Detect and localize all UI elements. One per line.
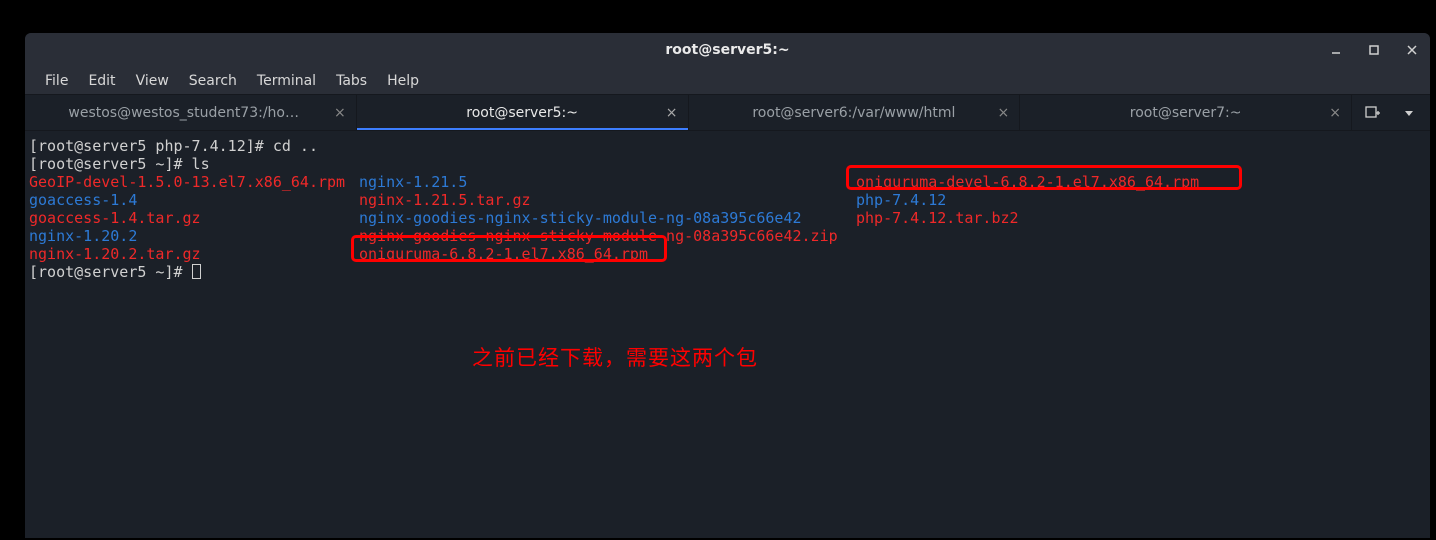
tab-0[interactable]: westos@westos_student73:/home/w… × — [25, 95, 357, 130]
ls-col2: nginx-1.21.5 nginx-1.21.5.tar.gz nginx-g… — [359, 173, 856, 263]
new-tab-button[interactable] — [1362, 102, 1384, 124]
menu-help[interactable]: Help — [377, 69, 429, 93]
terminal-prompt: [root@server5 ~]# — [29, 263, 192, 281]
cursor-icon — [192, 264, 201, 279]
terminal-text: [root@server5 php-7.4.12]# cd .. — [29, 137, 318, 155]
ls-col1: GeoIP-devel-1.5.0-13.el7.x86_64.rpm goac… — [29, 173, 359, 263]
file-item: oniguruma-6.8.2-1.el7.x86_64.rpm — [359, 245, 856, 263]
menubar: File Edit View Search Terminal Tabs Help — [25, 67, 1430, 95]
tab-close-icon[interactable]: × — [998, 105, 1010, 121]
terminal-text: [root@server5 ~]# ls — [29, 155, 210, 173]
ls-col3: oniguruma-devel-6.8.2-1.el7.x86_64.rpm p… — [856, 173, 1426, 263]
tabbar: westos@westos_student73:/home/w… × root@… — [25, 95, 1430, 131]
tab-close-icon[interactable]: × — [334, 105, 346, 121]
titlebar: root@server5:~ — [25, 33, 1430, 67]
file-item: nginx-1.21.5 — [359, 173, 856, 191]
menu-view[interactable]: View — [126, 69, 179, 93]
tab-label: root@server7:~ — [1122, 105, 1250, 121]
file-item: php-7.4.12.tar.bz2 — [856, 209, 1426, 227]
file-item: nginx-goodies-nginx-sticky-module-ng-08a… — [359, 209, 856, 227]
file-item: nginx-1.21.5.tar.gz — [359, 191, 856, 209]
window-controls — [1324, 33, 1424, 67]
tab-3[interactable]: root@server7:~ × — [1020, 95, 1352, 130]
tab-close-icon[interactable]: × — [1329, 105, 1341, 121]
tab-label: root@server6:/var/www/html — [744, 105, 963, 121]
file-item: nginx-1.20.2 — [29, 227, 359, 245]
tab-1[interactable]: root@server5:~ × — [357, 95, 689, 130]
tab-label: westos@westos_student73:/home/w… — [60, 105, 320, 121]
tab-label: root@server5:~ — [458, 105, 586, 121]
annotation-text: 之前已经下载，需要这两个包 — [472, 348, 758, 366]
file-item: oniguruma-devel-6.8.2-1.el7.x86_64.rpm — [856, 173, 1426, 191]
file-item: goaccess-1.4.tar.gz — [29, 209, 359, 227]
menu-search[interactable]: Search — [179, 69, 247, 93]
file-item: goaccess-1.4 — [29, 191, 359, 209]
menu-edit[interactable]: Edit — [78, 69, 125, 93]
menu-file[interactable]: File — [35, 69, 78, 93]
tab-2[interactable]: root@server6:/var/www/html × — [689, 95, 1021, 130]
menu-terminal[interactable]: Terminal — [247, 69, 326, 93]
menu-dropdown-button[interactable] — [1398, 102, 1420, 124]
close-button[interactable] — [1400, 38, 1424, 62]
file-item: GeoIP-devel-1.5.0-13.el7.x86_64.rpm — [29, 173, 359, 191]
tabbar-right — [1352, 95, 1430, 130]
file-item: nginx-1.20.2.tar.gz — [29, 245, 359, 263]
menu-tabs[interactable]: Tabs — [326, 69, 377, 93]
window-title: root@server5:~ — [665, 42, 789, 58]
maximize-button[interactable] — [1362, 38, 1386, 62]
file-item: php-7.4.12 — [856, 191, 1426, 209]
minimize-button[interactable] — [1324, 38, 1348, 62]
ls-output: GeoIP-devel-1.5.0-13.el7.x86_64.rpm goac… — [29, 173, 1426, 263]
terminal-area[interactable]: [root@server5 php-7.4.12]# cd .. [root@s… — [25, 131, 1430, 538]
file-item: nginx-goodies-nginx-sticky-module-ng-08a… — [359, 227, 856, 245]
tab-close-icon[interactable]: × — [666, 105, 678, 121]
terminal-window: root@server5:~ File Edit View Search Ter… — [25, 33, 1430, 538]
